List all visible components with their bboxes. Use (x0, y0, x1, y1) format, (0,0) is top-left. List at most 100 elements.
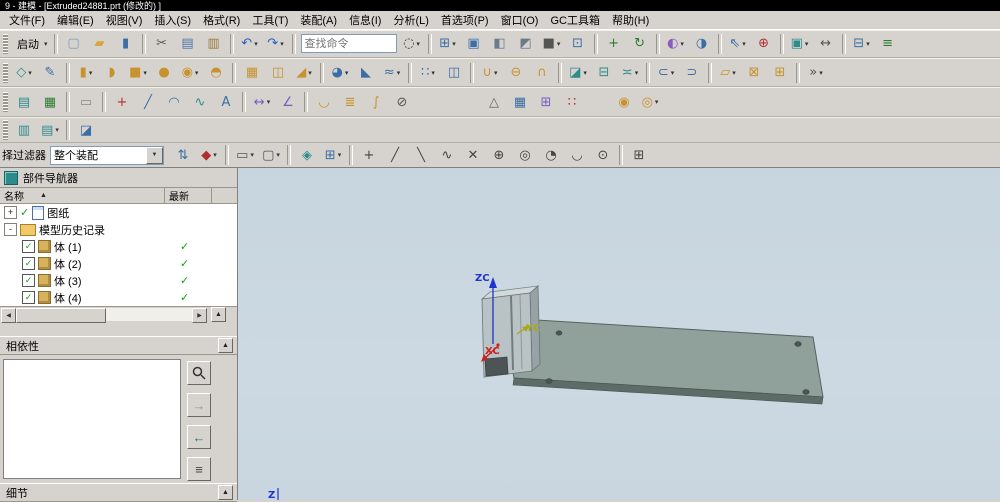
tree-row[interactable]: + ✓ 图纸 (0, 204, 237, 221)
shell-icon[interactable]: ◫ (266, 61, 290, 85)
details-collapse-button[interactable]: ▲ (218, 485, 233, 501)
column-name[interactable]: 名称 ▲ (0, 188, 165, 204)
dropdown-caret-icon[interactable]: ▾ (416, 40, 420, 48)
split-body-icon[interactable]: ⊟ (592, 61, 616, 85)
dropdown-caret-icon[interactable]: ▾ (345, 69, 349, 77)
measure-distance-icon[interactable]: ↔ ▾ (250, 90, 274, 114)
boss-icon[interactable]: ◓ (204, 61, 228, 85)
draft-icon[interactable]: ◢ ▾ (292, 61, 316, 85)
assembly-constraints-icon[interactable]: ⊕ (752, 32, 776, 56)
snap-quadrant-icon[interactable]: ◔ (539, 143, 563, 167)
snap-intersection-icon[interactable]: ✕ (461, 143, 485, 167)
revolve-icon[interactable]: ◗ (100, 61, 124, 85)
edge-blend-icon[interactable]: ◕ ▾ (328, 61, 352, 85)
studio-spline-icon[interactable]: ∿ (188, 90, 212, 114)
selection-rule-icon[interactable]: ◆ ▾ (197, 143, 221, 167)
dropdown-caret-icon[interactable]: ▾ (431, 69, 435, 77)
menu-item-assemblies[interactable]: 装配(A) (294, 11, 343, 29)
redo-icon[interactable]: ↷ ▾ (264, 32, 288, 56)
tree-row[interactable]: - 模型历史记录 (0, 221, 237, 238)
dropdown-caret-icon[interactable]: ▾ (397, 69, 401, 77)
dropdown-caret-icon[interactable]: ▾ (805, 40, 809, 48)
subtract-icon[interactable]: ⊖ (504, 61, 528, 85)
toolbar-grip-handle[interactable] (3, 33, 8, 54)
deviation-gauge-icon[interactable]: ⊘ (390, 90, 414, 114)
lasso-icon[interactable]: ▢ ▾ (259, 143, 283, 167)
dropdown-caret-icon[interactable]: ▾ (338, 151, 342, 159)
grid-snap-icon[interactable]: ⊞ (627, 143, 651, 167)
wireframe-view-icon[interactable]: ◧ (488, 32, 512, 56)
line-icon[interactable]: ╱ (136, 90, 160, 114)
block-icon[interactable]: ■ ▾ (126, 61, 150, 85)
shaded-select-icon[interactable]: ◈ (295, 143, 319, 167)
copy-icon[interactable]: ▤ (176, 32, 200, 56)
toolbar-grip-handle[interactable] (3, 92, 8, 113)
selection-priority-icon[interactable]: ⇅ (171, 143, 195, 167)
dependencies-list[interactable] (3, 359, 181, 480)
expressions-icon[interactable]: ▤ (12, 90, 36, 114)
ruled-surface-icon[interactable]: ◡ (312, 90, 336, 114)
combo-dropdown-icon[interactable]: ▼ (146, 146, 163, 164)
tree-row[interactable]: ✓ 体 (4) ✓ (0, 289, 237, 306)
point-set-icon[interactable]: ∷ (560, 90, 584, 114)
dropdown-caret-icon[interactable]: ▾ (680, 40, 684, 48)
dependencies-header[interactable]: 相依性 ▲ (0, 336, 237, 356)
search-icon[interactable]: ◌ ▾ (400, 32, 424, 56)
dropdown-caret-icon[interactable]: ▾ (250, 151, 254, 159)
part-navigator-header[interactable]: 部件导航器 (0, 168, 237, 189)
interpart-link-icon[interactable]: ↔ (814, 32, 838, 56)
dropdown-caret-icon[interactable]: ▾ (583, 69, 587, 77)
hscroll-track[interactable] (16, 308, 192, 324)
mirror-feature-icon[interactable]: ◫ (442, 61, 466, 85)
fit-view-icon[interactable]: ⊡ (566, 32, 590, 56)
dropdown-caret-icon[interactable]: ▾ (28, 69, 32, 77)
node-checkbox[interactable]: ✓ (22, 257, 35, 271)
dependencies-back-button[interactable]: ← (187, 425, 211, 450)
text-icon[interactable]: A (214, 90, 238, 114)
window-titlebar[interactable]: 9 - 建模 - [Extruded24881.prt (修改的) ] (0, 0, 1000, 12)
visual-report-icon[interactable]: ◪ (74, 118, 98, 142)
collapse-icon[interactable]: - (4, 223, 17, 237)
hole-icon[interactable]: ◉ ▾ (178, 61, 202, 85)
menu-item-tools[interactable]: 工具(T) (246, 11, 294, 29)
show-hide-icon[interactable]: ◐ ▾ (664, 32, 688, 56)
scroll-left-icon[interactable]: ◀ (1, 308, 16, 324)
node-checkbox[interactable]: ✓ (22, 240, 35, 254)
viewport-canvas[interactable]: ZC YC XC Z (238, 168, 1000, 501)
intersect-icon[interactable]: ∩ (530, 61, 554, 85)
new-file-icon[interactable]: ▢ (62, 32, 86, 56)
highlight-selection-icon[interactable]: ▭ ▾ (233, 143, 257, 167)
work-plane-grid-icon[interactable]: ▦ (508, 90, 532, 114)
dropdown-caret-icon[interactable]: ▾ (742, 40, 746, 48)
snap-point-on-face-icon[interactable]: ⊙ (591, 143, 615, 167)
measure-angle-icon[interactable]: ∠ (276, 90, 300, 114)
bom-table-icon[interactable]: ▤ ▾ (38, 118, 62, 142)
dropdown-caret-icon[interactable]: ▾ (44, 40, 48, 48)
snap-tangent-icon[interactable]: ◡ (565, 143, 589, 167)
snap-scope-icon[interactable]: ⊞ ▾ (321, 143, 345, 167)
arrangements-icon[interactable]: ⊟ ▾ (850, 32, 874, 56)
dropdown-caret-icon[interactable]: ▾ (89, 69, 93, 77)
open-icon[interactable]: ▰ (88, 32, 112, 56)
expand-icon[interactable]: + (4, 206, 17, 220)
dropdown-caret-icon[interactable]: ▾ (819, 69, 823, 77)
tree-row[interactable]: ✓ 体 (2) ✓ (0, 255, 237, 272)
dropdown-caret-icon[interactable]: ▾ (276, 151, 280, 159)
sketch-icon[interactable]: ✎ (38, 61, 62, 85)
sequence-icon[interactable]: ≡ (876, 32, 900, 56)
snap-circle-center-icon[interactable]: ◎ (513, 143, 537, 167)
dependencies-collapse-button[interactable]: ▲ (218, 338, 233, 354)
menu-item-analysis[interactable]: 分析(L) (387, 11, 434, 29)
rotate-view-icon[interactable]: ↻ (628, 32, 652, 56)
more-features-icon[interactable]: » ▾ (804, 61, 828, 85)
menu-item-help[interactable]: 帮助(H) (606, 11, 655, 29)
dropdown-caret-icon[interactable]: ▾ (143, 69, 147, 77)
node-checkbox[interactable]: ✓ (22, 274, 35, 288)
rib-icon[interactable]: ▦ (240, 61, 264, 85)
start-button[interactable]: 启动 ▾ (12, 32, 50, 56)
snap-midpoint-icon[interactable]: ╲ (409, 143, 433, 167)
command-search-input[interactable] (300, 34, 397, 54)
menu-item-file[interactable]: 文件(F) (3, 11, 51, 29)
dropdown-caret-icon[interactable]: ▾ (671, 69, 675, 77)
sew-icon[interactable]: ≍ ▾ (618, 61, 642, 85)
